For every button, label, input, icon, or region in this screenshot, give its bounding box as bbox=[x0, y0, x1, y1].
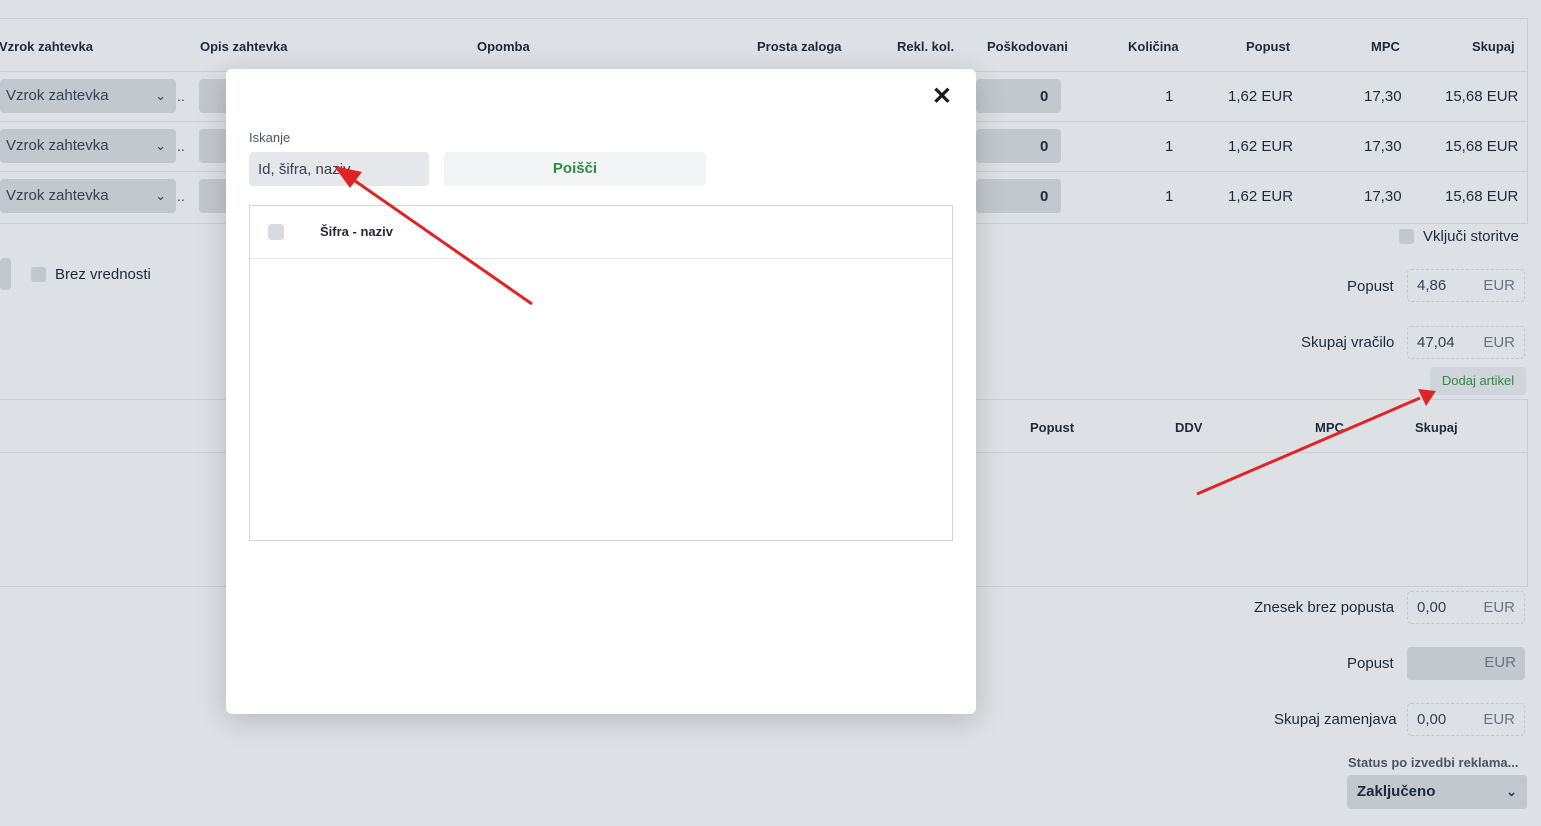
zamenjava-popust-field[interactable]: EUR bbox=[1407, 647, 1525, 680]
vzrok-select[interactable]: Vzrok zahtevka ⌄ bbox=[0, 129, 176, 163]
left-edge-field[interactable] bbox=[0, 258, 11, 290]
vzrok-select[interactable]: Vzrok zahtevka ⌄ bbox=[0, 179, 176, 213]
skupaj-zamenjava-value: 0,00 bbox=[1417, 711, 1447, 728]
vzrok-select[interactable]: Vzrok zahtevka ⌄ bbox=[0, 79, 176, 113]
znesek-brez-popusta-field[interactable]: 0,00 EUR bbox=[1407, 591, 1525, 624]
col-header-popust: Popust bbox=[1030, 420, 1075, 435]
znesek-brez-popusta-unit: EUR bbox=[1483, 599, 1515, 616]
col-header-mpc: MPC bbox=[1371, 39, 1400, 54]
col-header-kolicina: Količina bbox=[1128, 39, 1179, 54]
popust-total-value: 4,86 bbox=[1417, 277, 1447, 294]
znesek-brez-popusta-value: 0,00 bbox=[1417, 599, 1447, 616]
mpc-value: 17,30 bbox=[1364, 138, 1402, 155]
skupaj-value: 15,68 EUR bbox=[1445, 88, 1519, 105]
znesek-brez-popusta-label: Znesek brez popusta bbox=[1254, 599, 1395, 616]
results-header-sifra-naziv: Šifra - naziv bbox=[320, 224, 393, 239]
skupaj-value: 15,68 EUR bbox=[1445, 188, 1519, 205]
col-header-mpc: MPC bbox=[1315, 420, 1344, 435]
skupaj-vracilo-label: Skupaj vračilo bbox=[1301, 334, 1395, 351]
search-label: Iskanje bbox=[249, 130, 291, 145]
skupaj-zamenjava-field[interactable]: 0,00 EUR bbox=[1407, 703, 1525, 736]
vzrok-select-value: Vzrok zahtevka bbox=[6, 187, 109, 204]
mpc-value: 17,30 bbox=[1364, 88, 1402, 105]
skupaj-vracilo-value: 47,04 bbox=[1417, 334, 1455, 351]
chevron-down-icon: ⌄ bbox=[1506, 784, 1517, 799]
col-header-opis: Opis zahtevka bbox=[200, 39, 288, 54]
kolicina-value: 1 bbox=[1165, 188, 1174, 205]
popust-value: 1,62 EUR bbox=[1228, 188, 1294, 205]
zamenjava-popust-label: Popust bbox=[1347, 655, 1394, 672]
select-all-checkbox[interactable] bbox=[268, 224, 284, 240]
skupaj-vracilo-unit: EUR bbox=[1483, 334, 1515, 351]
add-article-button[interactable]: Dodaj artikel bbox=[1430, 367, 1526, 395]
vkljuci-storitve-label: Vključi storitve bbox=[1423, 228, 1519, 245]
close-icon[interactable]: ✕ bbox=[932, 85, 952, 109]
col-header-skupaj: Skupaj bbox=[1415, 420, 1458, 435]
brez-vrednosti-label: Brez vrednosti bbox=[55, 266, 151, 283]
article-search-modal: ✕ Iskanje Poišči Šifra - naziv bbox=[226, 69, 976, 714]
col-header-opomba: Opomba bbox=[477, 39, 530, 54]
kolicina-value: 1 bbox=[1165, 88, 1174, 105]
brez-vrednosti-checkbox[interactable] bbox=[31, 267, 46, 282]
mpc-value: 17,30 bbox=[1364, 188, 1402, 205]
poskodovani-value: 0 bbox=[1040, 138, 1049, 155]
results-header-row: Šifra - naziv bbox=[250, 206, 952, 259]
status-select[interactable]: Zaključeno ⌄ bbox=[1347, 775, 1527, 809]
chevron-down-icon: ⌄ bbox=[155, 138, 166, 153]
status-select-value: Zaključeno bbox=[1357, 783, 1436, 800]
skupaj-vracilo-field[interactable]: 47,04 EUR bbox=[1407, 326, 1525, 359]
col-header-popust: Popust bbox=[1246, 39, 1291, 54]
vkljuci-storitve-checkbox[interactable] bbox=[1399, 229, 1414, 244]
search-button[interactable]: Poišči bbox=[444, 152, 706, 186]
popust-total-field[interactable]: 4,86 EUR bbox=[1407, 269, 1525, 302]
col-header-rekl-kol: Rekl. kol. bbox=[897, 39, 955, 54]
ellipsis-text: .. bbox=[177, 88, 185, 104]
col-header-poskodovani: Poškodovani bbox=[987, 39, 1068, 54]
skupaj-zamenjava-label: Skupaj zamenjava bbox=[1274, 711, 1397, 728]
poskodovani-value: 0 bbox=[1040, 188, 1049, 205]
ellipsis-text: .. bbox=[177, 188, 185, 204]
ellipsis-text: .. bbox=[177, 138, 185, 154]
results-table: Šifra - naziv bbox=[249, 205, 953, 541]
popust-total-unit: EUR bbox=[1483, 277, 1515, 294]
chevron-down-icon: ⌄ bbox=[155, 88, 166, 103]
search-input[interactable] bbox=[249, 152, 429, 186]
zamenjava-popust-unit: EUR bbox=[1484, 654, 1516, 671]
popust-value: 1,62 EUR bbox=[1228, 138, 1294, 155]
popust-label: Popust bbox=[1347, 278, 1394, 295]
col-header-prosta-zaloga: Prosta zaloga bbox=[757, 39, 842, 54]
vzrok-select-value: Vzrok zahtevka bbox=[6, 137, 109, 154]
col-header-ddv: DDV bbox=[1175, 420, 1203, 435]
col-header-vzrok: Vzrok zahtevka bbox=[0, 39, 93, 54]
kolicina-value: 1 bbox=[1165, 138, 1174, 155]
chevron-down-icon: ⌄ bbox=[155, 188, 166, 203]
popust-value: 1,62 EUR bbox=[1228, 88, 1294, 105]
skupaj-value: 15,68 EUR bbox=[1445, 138, 1519, 155]
vzrok-select-value: Vzrok zahtevka bbox=[6, 87, 109, 104]
poskodovani-value: 0 bbox=[1040, 88, 1049, 105]
status-label: Status po izvedbi reklama... bbox=[1348, 755, 1519, 770]
skupaj-zamenjava-unit: EUR bbox=[1483, 711, 1515, 728]
col-header-skupaj: Skupaj bbox=[1472, 39, 1515, 54]
